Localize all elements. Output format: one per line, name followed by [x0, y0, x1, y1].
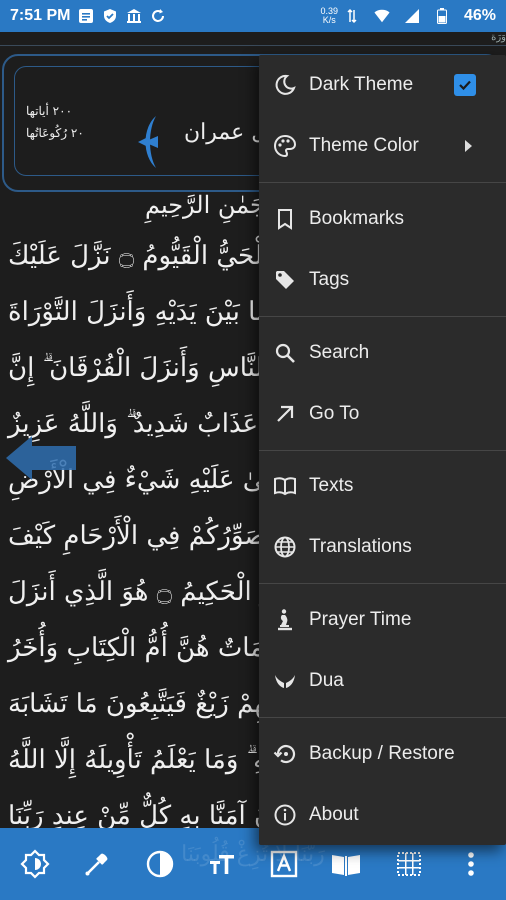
prayer-icon — [272, 607, 298, 633]
menu-item-bookmarks[interactable]: Bookmarks — [259, 189, 506, 249]
data-arrows-icon — [344, 8, 360, 24]
menu-item-prayer-time[interactable]: Prayer Time — [259, 590, 506, 650]
battery-icon — [434, 8, 450, 24]
menu-item-texts[interactable]: Texts — [259, 456, 506, 516]
globe-icon — [272, 534, 298, 560]
dark-theme-checkbox[interactable] — [454, 74, 476, 96]
signal-icon — [404, 8, 420, 24]
grid-icon[interactable] — [387, 842, 431, 886]
menu-item-backup-restore[interactable]: Backup / Restore — [259, 724, 506, 784]
sync-icon — [150, 8, 166, 24]
sura-info: ٢٠٠ أياتها ٢٠ رُكُوعَاتُها — [26, 100, 136, 144]
search-icon — [272, 340, 298, 366]
contrast-icon[interactable] — [138, 842, 182, 886]
page-top-strip: وَرَة — [0, 32, 506, 46]
menu-divider — [259, 450, 506, 451]
menu-item-search[interactable]: Search — [259, 323, 506, 383]
ayah-count: ٢٠٠ أياتها — [26, 104, 73, 118]
message-icon — [78, 8, 94, 24]
menu-item-go-to[interactable]: Go To — [259, 384, 506, 444]
status-bar: 7:51 PM 0.39 K/s 46% — [0, 0, 506, 32]
chevron-right-icon — [465, 140, 472, 152]
menu-item-dark-theme[interactable]: Dark Theme — [259, 55, 506, 115]
more-icon[interactable] — [449, 842, 493, 886]
eyedropper-icon[interactable] — [75, 842, 119, 886]
menu-divider — [259, 583, 506, 584]
bookmark-icon — [272, 206, 298, 232]
sura-name: ل عمران — [184, 120, 268, 145]
building-icon — [126, 8, 142, 24]
menu-divider — [259, 717, 506, 718]
font-icon[interactable] — [262, 842, 306, 886]
status-time: 7:51 PM — [10, 7, 71, 24]
overflow-menu: Dark Theme Theme Color Bookmarks Tags Se… — [259, 55, 506, 845]
text-size-icon[interactable] — [200, 842, 244, 886]
menu-divider — [259, 316, 506, 317]
network-speed: 0.39 K/s — [320, 6, 338, 25]
ornament-icon — [138, 116, 158, 168]
moon-icon — [272, 72, 298, 98]
book-open-icon — [272, 473, 298, 499]
reading-mode-icon[interactable] — [324, 842, 368, 886]
menu-item-dua[interactable]: Dua — [259, 651, 506, 711]
page-back-arrow-icon[interactable] — [4, 432, 78, 484]
menu-divider — [259, 182, 506, 183]
menu-item-about[interactable]: About — [259, 785, 506, 845]
arrow-up-right-icon — [272, 401, 298, 427]
battery-percent: 46% — [463, 7, 496, 24]
palette-icon — [272, 133, 298, 159]
menu-item-theme-color[interactable]: Theme Color — [259, 116, 506, 176]
ruku-count: ٢٠ رُكُوعَاتُها — [26, 126, 84, 140]
info-icon — [272, 802, 298, 828]
brightness-icon[interactable] — [13, 842, 57, 886]
hands-icon — [272, 668, 298, 694]
wifi-icon — [374, 8, 390, 24]
shield-check-icon — [102, 8, 118, 24]
restore-icon — [272, 741, 298, 767]
tag-icon — [272, 267, 298, 293]
menu-item-tags[interactable]: Tags — [259, 250, 506, 310]
menu-item-translations[interactable]: Translations — [259, 517, 506, 577]
